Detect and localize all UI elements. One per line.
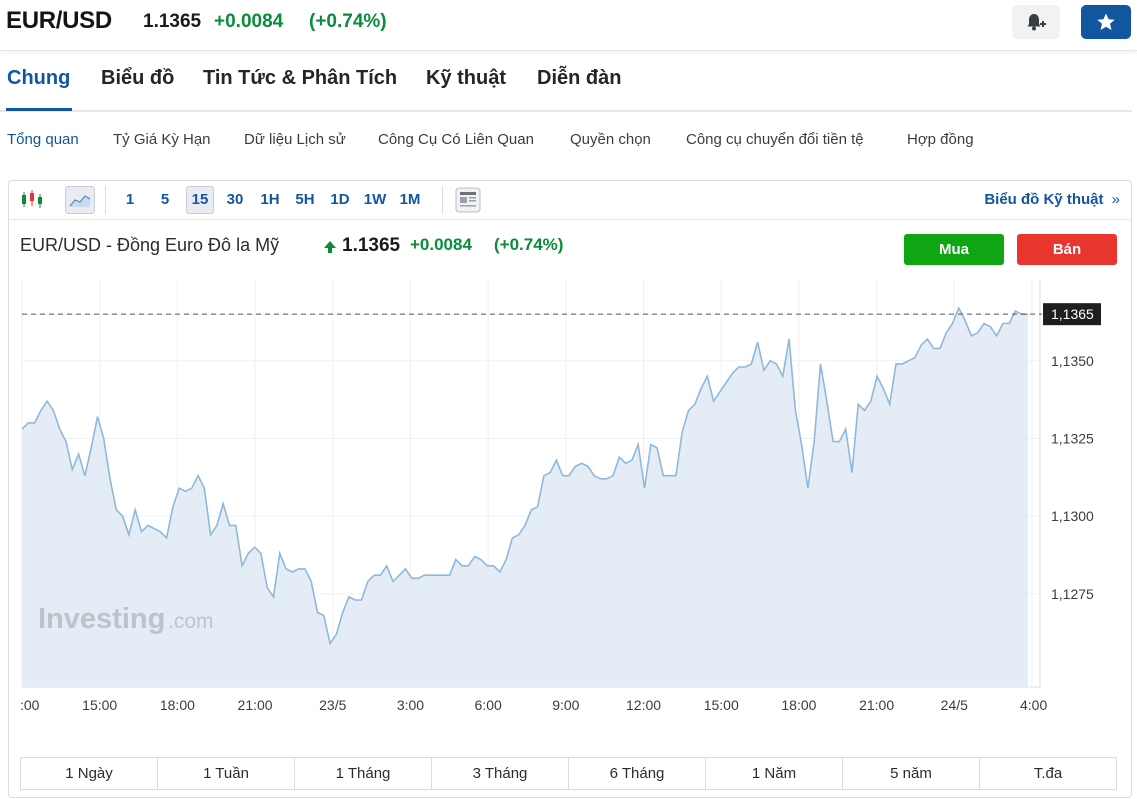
range-1-year[interactable]: 1 Năm <box>706 758 843 789</box>
x-tick-label: 9:00 <box>552 697 579 713</box>
y-tick-label: 1,1325 <box>1051 430 1094 446</box>
range-5-years[interactable]: 5 năm <box>843 758 980 789</box>
range-max[interactable]: T.đa <box>980 758 1116 789</box>
y-tick-label: 1,1300 <box>1051 508 1094 524</box>
x-tick-label: 21:00 <box>238 697 273 713</box>
range-3-months[interactable]: 3 Tháng <box>432 758 569 789</box>
x-tick-label: 18:00 <box>781 697 816 713</box>
watermark-brand: Investing <box>38 603 165 635</box>
current-price-text: 1,1365 <box>1051 306 1094 322</box>
range-1-day[interactable]: 1 Ngày <box>21 758 158 789</box>
x-tick-label: 15:00 <box>82 697 117 713</box>
x-tick-label: 24/5 <box>941 697 968 713</box>
x-tick-label: 12:00 <box>626 697 661 713</box>
range-6-months[interactable]: 6 Tháng <box>569 758 706 789</box>
x-tick-label: 23/5 <box>319 697 346 713</box>
y-tick-label: 1,1350 <box>1051 353 1094 369</box>
price-chart[interactable]: 1,1350 1,1325 1,1300 1,1275 :00 15:00 18:00 21… <box>0 0 1137 799</box>
current-price-label: 1,1365 <box>1043 303 1101 326</box>
range-selector: 1 Ngày 1 Tuần 1 Tháng 3 Tháng 6 Tháng 1 … <box>20 757 1117 790</box>
x-tick-label: 21:00 <box>859 697 894 713</box>
range-1-week[interactable]: 1 Tuần <box>158 758 295 789</box>
x-tick-label: 4:00 <box>1020 697 1047 713</box>
x-tick-label: 3:00 <box>397 697 424 713</box>
x-tick-label: 15:00 <box>704 697 739 713</box>
x-tick-label: :00 <box>20 697 40 713</box>
watermark-suffix: .com <box>168 610 214 633</box>
range-1-month[interactable]: 1 Tháng <box>295 758 432 789</box>
y-tick-label: 1,1275 <box>1051 586 1094 602</box>
x-tick-label: 6:00 <box>475 697 502 713</box>
x-tick-label: 18:00 <box>160 697 195 713</box>
